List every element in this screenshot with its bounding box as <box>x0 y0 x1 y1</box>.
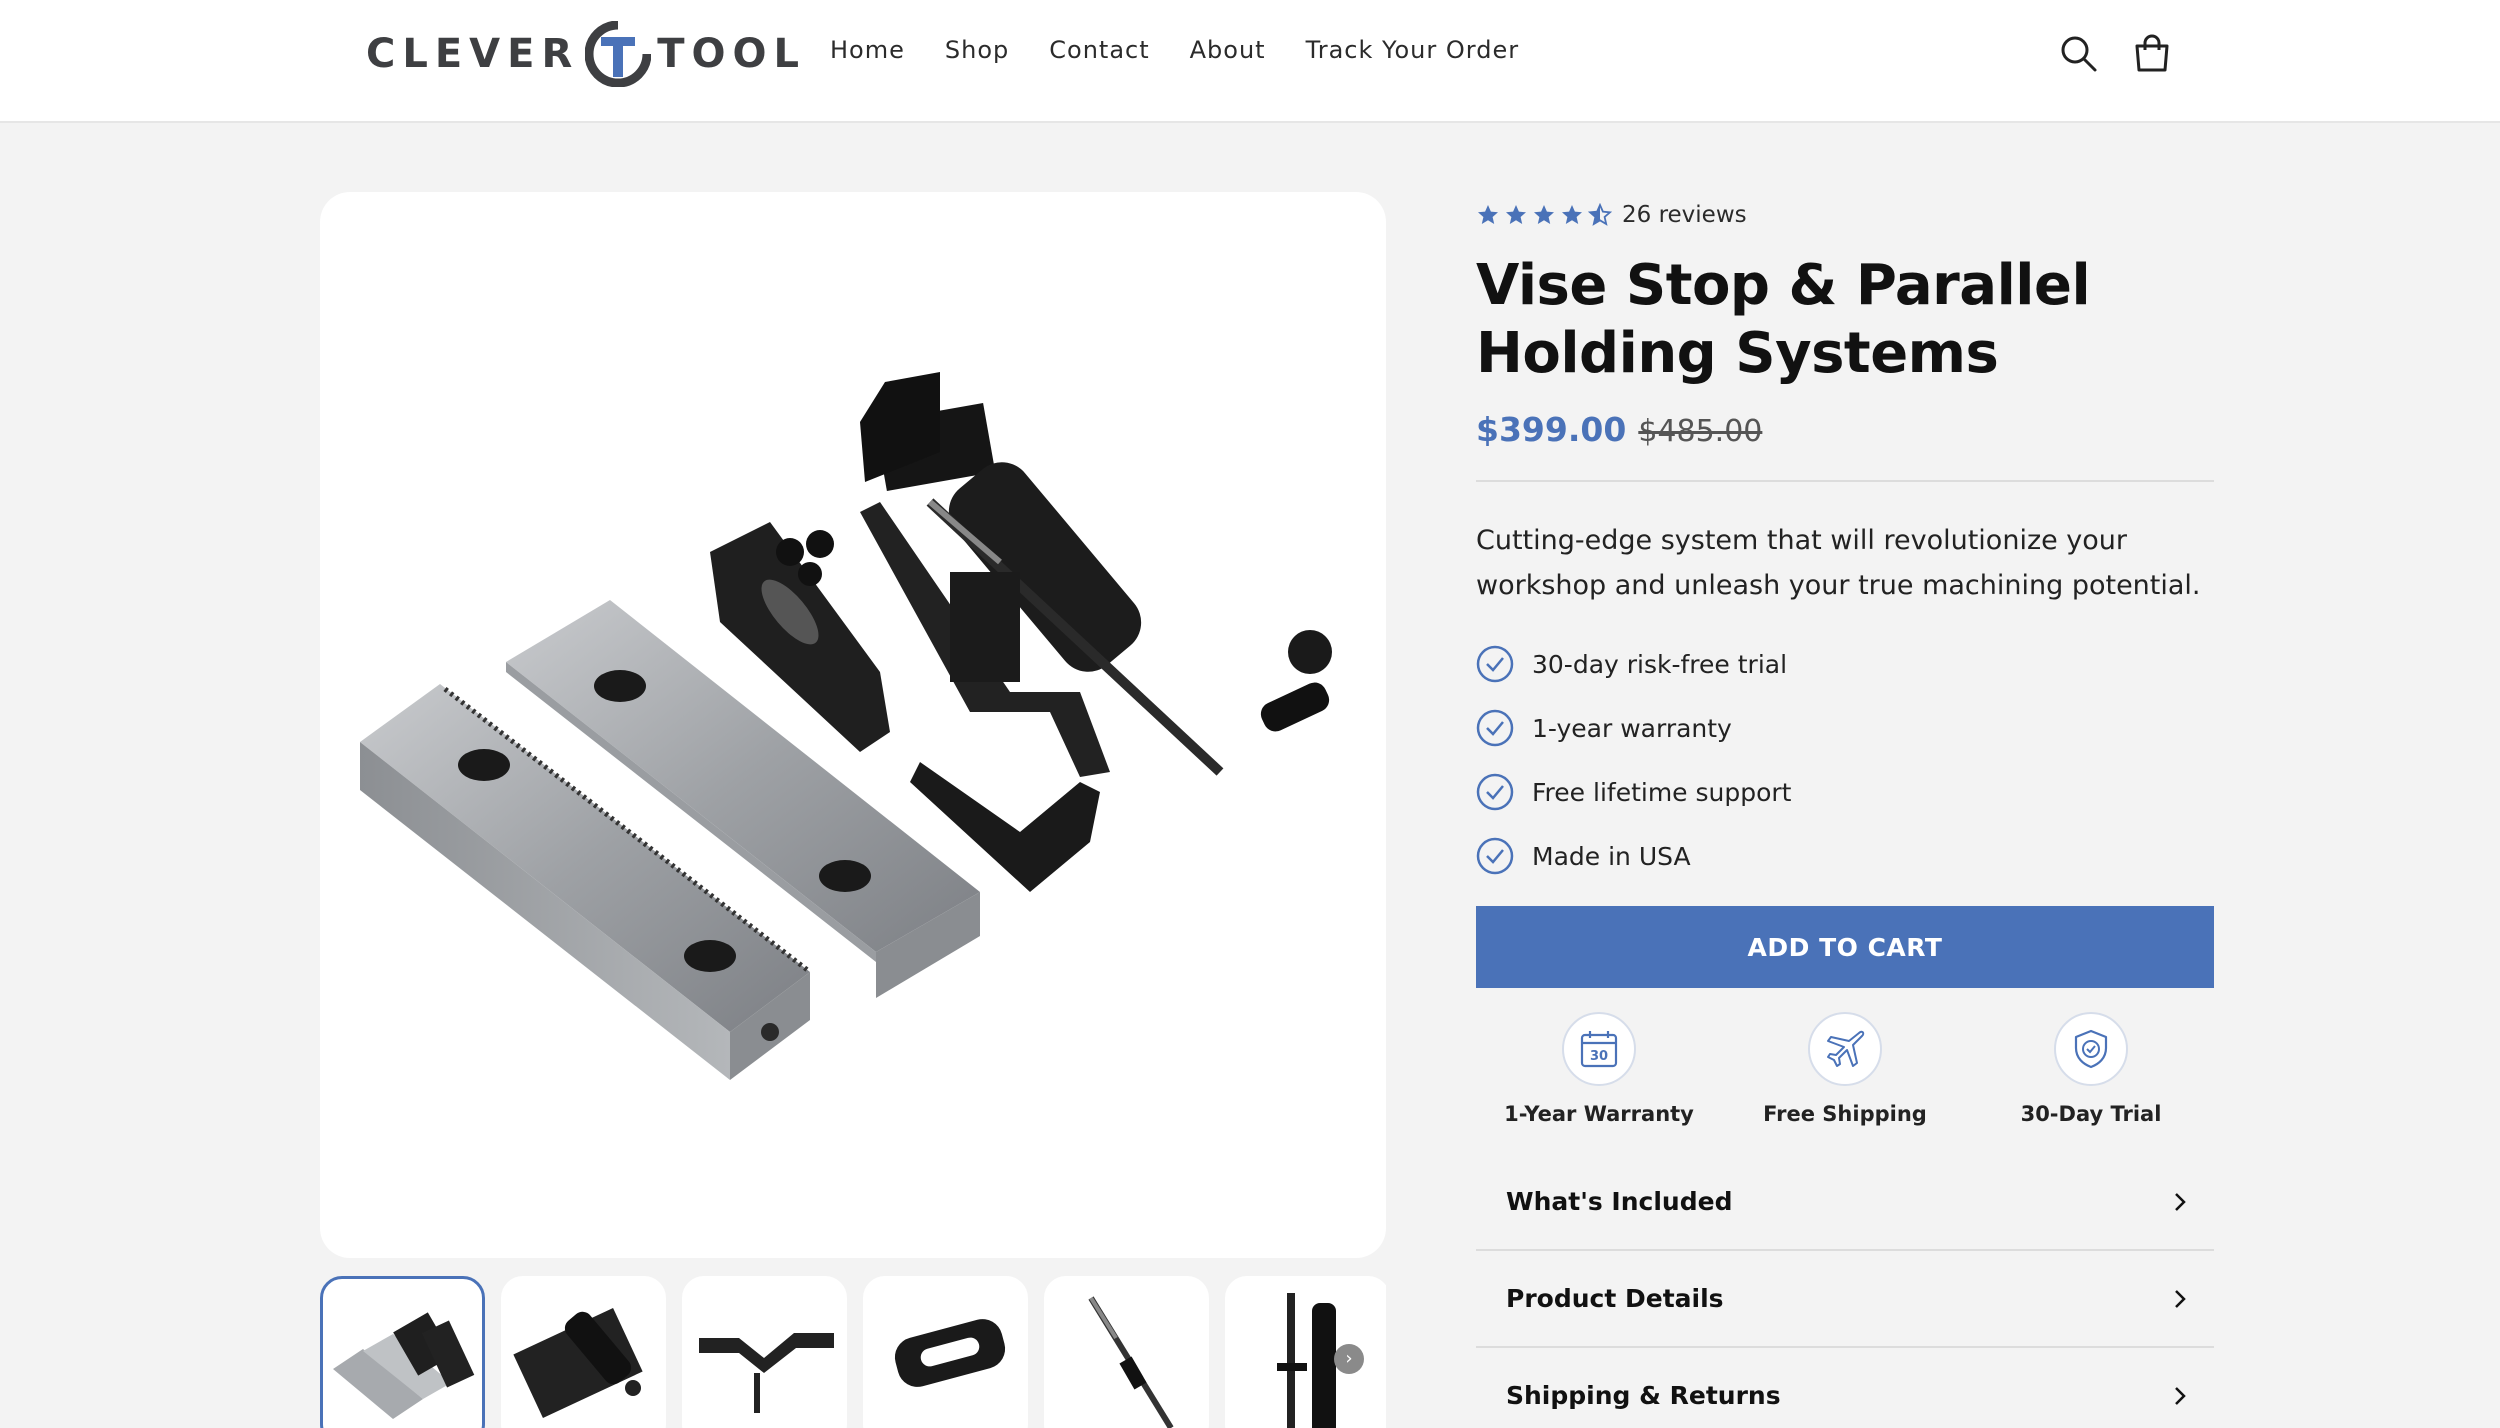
thumbnail-2-render <box>513 1308 643 1418</box>
trust-badges: 30 1-Year Warranty Free Shipping 30-Day … <box>1476 1012 2214 1126</box>
feature-item: Free lifetime support <box>1476 760 2214 824</box>
plane-icon <box>1827 1030 1865 1067</box>
accordion-label: Shipping & Returns <box>1506 1381 1781 1410</box>
product-title: Vise Stop & Parallel Holding Systems <box>1476 253 2091 386</box>
thumbnail-4[interactable] <box>863 1276 1028 1428</box>
thumbnail-3[interactable] <box>682 1276 847 1428</box>
thumbnail-1-render <box>333 1312 475 1419</box>
check-circle-icon <box>1476 645 1514 683</box>
nav-shop[interactable]: Shop <box>945 36 1009 64</box>
accordion-label: Product Details <box>1506 1284 1724 1313</box>
calendar-icon: 30 <box>1580 1031 1618 1068</box>
thumbnail-5-render <box>1088 1296 1174 1428</box>
chevron-right-icon <box>2175 1192 2186 1211</box>
logo-text-right: TOOL <box>657 31 807 77</box>
star-icon <box>1562 205 1582 224</box>
nav-contact[interactable]: Contact <box>1049 36 1149 64</box>
star-rating <box>1476 203 1612 227</box>
shield-check-icon <box>2074 1029 2108 1069</box>
add-to-cart-button[interactable]: ADD TO CART <box>1476 906 2214 988</box>
badge-circle <box>1808 1012 1882 1086</box>
accordion-shipping-returns[interactable]: Shipping & Returns <box>1476 1348 2214 1428</box>
site-header: CLEVER TOOL Home Shop Contact About Trac… <box>0 0 2500 123</box>
feature-item: Made in USA <box>1476 824 2214 888</box>
product-main-image[interactable] <box>320 192 1386 1258</box>
check-circle-icon <box>1476 773 1514 811</box>
product-render <box>360 372 1332 1080</box>
logo-text-left: CLEVER <box>366 31 580 77</box>
star-half-icon <box>1588 203 1612 226</box>
thumbnail-3-render <box>699 1333 834 1413</box>
chevron-right-icon[interactable]: › <box>1334 1344 1364 1374</box>
accordion-whats-included[interactable]: What's Included <box>1476 1154 2214 1251</box>
price-row: $399.00 $485.00 <box>1476 410 2214 460</box>
divider <box>1476 480 2214 482</box>
chevron-right-icon <box>2175 1386 2186 1405</box>
nav-home[interactable]: Home <box>830 36 905 64</box>
feature-label: 1-year warranty <box>1532 713 1732 743</box>
accordion-product-details[interactable]: Product Details <box>1476 1251 2214 1348</box>
star-icon <box>1534 205 1554 224</box>
nav-about[interactable]: About <box>1190 36 1266 64</box>
review-count[interactable]: 26 reviews <box>1622 202 1747 228</box>
badge-trial: 30-Day Trial <box>1968 1012 2214 1126</box>
thumbnail-5[interactable] <box>1044 1276 1209 1428</box>
compare-price: $485.00 <box>1638 414 1763 449</box>
thumbnail-strip <box>320 1276 1386 1428</box>
feature-label: Made in USA <box>1532 841 1691 871</box>
feature-label: 30-day risk-free trial <box>1532 649 1788 679</box>
check-circle-icon <box>1476 709 1514 747</box>
logo[interactable]: CLEVER TOOL <box>366 21 807 87</box>
feature-item: 1-year warranty <box>1476 696 2214 760</box>
calendar-number: 30 <box>1590 1049 1608 1064</box>
check-circle-icon <box>1476 837 1514 875</box>
product-accordion: What's Included Product Details Shipping… <box>1476 1154 2214 1428</box>
badge-label: 30-Day Trial <box>2020 1102 2162 1126</box>
badge-label: 1-Year Warranty <box>1504 1102 1694 1126</box>
nav-track-order[interactable]: Track Your Order <box>1306 36 1520 64</box>
search-icon[interactable] <box>2057 32 2101 76</box>
sale-price: $399.00 <box>1476 410 1627 449</box>
product-description: Cutting-edge system that will revolution… <box>1476 525 2201 601</box>
feature-item: 30-day risk-free trial <box>1476 632 2214 696</box>
feature-list: 30-day risk-free trial 1-year warranty F… <box>1476 632 2214 888</box>
thumbnail-2[interactable] <box>501 1276 666 1428</box>
thumbnail-1[interactable] <box>320 1276 485 1428</box>
thumbnail-4-render <box>894 1319 1006 1387</box>
feature-label: Free lifetime support <box>1532 777 1792 807</box>
main-nav: Home Shop Contact About Track Your Order <box>830 36 1519 64</box>
product-info: 26 reviews Vise Stop & Parallel Holding … <box>1476 192 2214 1428</box>
accordion-label: What's Included <box>1506 1187 1733 1216</box>
rating-row[interactable]: 26 reviews <box>1476 192 2214 238</box>
badge-warranty: 30 1-Year Warranty <box>1476 1012 1722 1126</box>
star-icon <box>1478 205 1498 224</box>
badge-shipping: Free Shipping <box>1722 1012 1968 1126</box>
cart-icon[interactable] <box>2130 32 2174 76</box>
star-icon <box>1506 205 1526 224</box>
chevron-right-icon <box>2175 1289 2186 1308</box>
badge-circle: 30 <box>1562 1012 1636 1086</box>
logo-mark-icon <box>585 21 652 87</box>
badge-circle <box>2054 1012 2128 1086</box>
badge-label: Free Shipping <box>1763 1102 1927 1126</box>
